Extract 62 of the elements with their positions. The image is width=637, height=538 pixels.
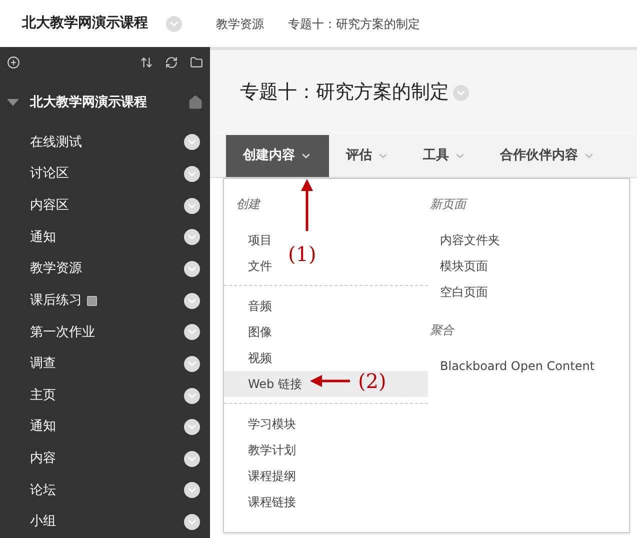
sidebar-item[interactable]: 讨论区 [30,164,69,184]
menu-item[interactable]: 课程链接 [248,493,296,511]
menu-tab[interactable]: 创建内容 [226,135,329,177]
item-menu-icon[interactable] [184,514,200,530]
item-menu-icon[interactable] [184,166,200,182]
course-title[interactable]: 北大教学网演示课程 [22,13,148,34]
menu-item[interactable]: 项目 [248,231,272,249]
menu-heading: 创建 [235,196,262,213]
menu-heading: 聚合 [429,322,456,339]
sidebar-item[interactable]: 小组 [30,512,56,532]
menu-item[interactable]: 空白页面 [428,279,629,305]
sidebar-course-title[interactable]: 北大教学网演示课程 [30,92,188,112]
menu-item[interactable]: 教学计划 [248,441,296,459]
sidebar-item[interactable]: 通知 [30,417,56,437]
menu-item[interactable]: 视频 [248,349,272,367]
item-menu-icon[interactable] [184,482,200,498]
item-menu-icon[interactable] [184,356,200,372]
sort-icon[interactable] [140,56,153,70]
menu-item[interactable]: Blackboard Open Content [428,353,629,379]
page-title: 专题十：研究方案的制定 [240,80,449,106]
item-menu-icon[interactable] [184,419,200,436]
menu-item[interactable]: 图像 [248,323,272,341]
annotation-label: (2) [358,368,386,395]
add-icon[interactable] [7,56,20,70]
item-menu-icon[interactable] [184,292,200,309]
item-menu-icon[interactable] [184,229,200,246]
breadcrumb-link[interactable]: 专题十：研究方案的制定 [288,14,420,32]
sidebar-item[interactable]: 主页 [30,386,56,406]
menu-tab[interactable]: 评估 [329,135,406,177]
menu-heading: 新页面 [429,196,469,213]
home-icon[interactable] [188,95,203,110]
menu-item[interactable]: 文件 [248,257,272,275]
sidebar-item[interactable]: 调查 [30,354,56,374]
annotation-arrow [301,179,313,231]
menu-item[interactable]: 课程提纲 [248,467,296,485]
sidebar-item[interactable]: 内容 [30,449,56,469]
item-menu-icon[interactable] [184,198,200,214]
annotation-arrow [310,375,350,387]
item-menu-icon[interactable] [184,134,200,150]
item-menu-icon[interactable] [184,450,200,467]
annotation-label: (1) [288,241,316,268]
sidebar-item[interactable]: 在线测试 [30,132,82,152]
menu-item[interactable]: 音频 [248,297,272,315]
sidebar-item[interactable]: 课后练习 [30,290,82,310]
sidebar-item[interactable]: 通知 [30,228,56,248]
sidebar-item[interactable]: 教学资源 [30,259,82,279]
menu-item[interactable]: Web 链接 [248,375,302,393]
item-menu-icon[interactable] [184,260,200,277]
refresh-icon[interactable] [165,56,178,70]
menu-tab[interactable]: 工具 [406,135,483,177]
item-menu-icon[interactable] [184,388,200,404]
breadcrumb-link[interactable]: 教学资源 [216,14,264,32]
menu-tab[interactable]: 合作伙伴内容 [483,135,612,177]
menu-item[interactable]: 学习模块 [248,415,296,433]
menu-item[interactable]: 模块页面 [428,253,629,279]
sidebar-item[interactable]: 论坛 [30,480,56,500]
item-menu-icon[interactable] [184,324,200,340]
menu-item[interactable]: 内容文件夹 [428,227,629,253]
sidebar-item[interactable]: 第一次作业 [30,322,95,342]
collapse-triangle-icon[interactable] [7,98,19,107]
folder-icon[interactable] [190,56,203,70]
sidebar-item[interactable]: 内容区 [30,196,69,216]
